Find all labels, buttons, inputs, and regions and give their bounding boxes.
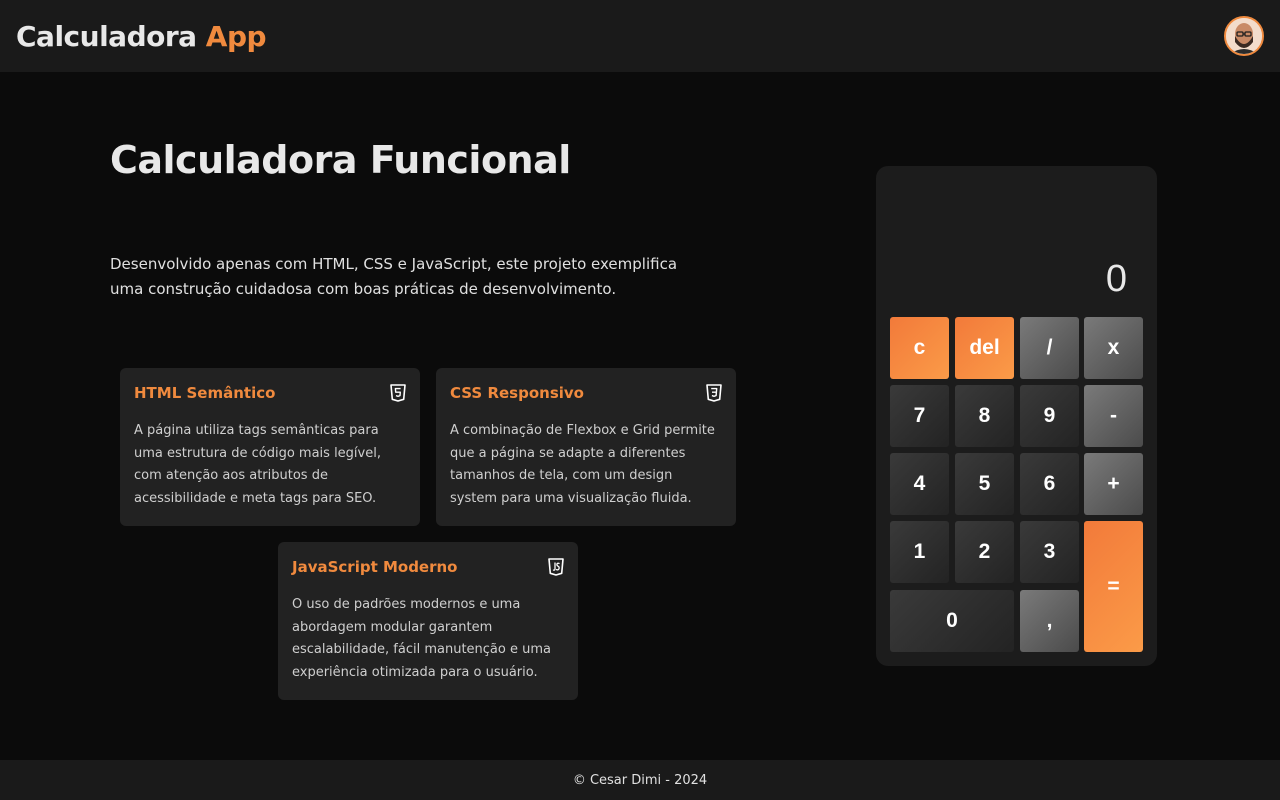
digit-2-button[interactable]: 2 — [955, 521, 1014, 583]
css3-icon — [706, 384, 722, 402]
digit-9-button[interactable]: 9 — [1020, 385, 1079, 447]
brand-accent: App — [205, 19, 267, 53]
app-header: Calculadora App — [0, 0, 1280, 72]
feature-card-html: HTML Semântico A página utiliza tags sem… — [120, 368, 420, 526]
calculator: 0 c del / x 7 8 9 - 4 5 6 + 1 2 3 = 0 , — [876, 166, 1157, 666]
digit-8-button[interactable]: 8 — [955, 385, 1014, 447]
multiply-button[interactable]: x — [1084, 317, 1143, 379]
card-title: JavaScript Moderno — [292, 558, 458, 576]
digit-5-button[interactable]: 5 — [955, 453, 1014, 515]
equals-button[interactable]: = — [1084, 521, 1143, 652]
page-title: Calculadora Funcional — [110, 138, 571, 182]
digit-1-button[interactable]: 1 — [890, 521, 949, 583]
feature-card-css: CSS Responsivo A combinação de Flexbox e… — [436, 368, 736, 526]
feature-card-javascript: JavaScript Moderno O uso de padrões mode… — [278, 542, 578, 700]
html5-icon — [390, 384, 406, 402]
card-text: O uso de padrões modernos e uma abordage… — [292, 597, 551, 680]
digit-3-button[interactable]: 3 — [1020, 521, 1079, 583]
footer-copyright: © Cesar Dimi - 2024 — [572, 772, 708, 788]
card-title: HTML Semântico — [134, 384, 276, 402]
card-text: A página utiliza tags semânticas para um… — [134, 423, 381, 506]
digit-7-button[interactable]: 7 — [890, 385, 949, 447]
page-footer: © Cesar Dimi - 2024 — [0, 760, 1280, 800]
card-text: A combinação de Flexbox e Grid permite q… — [450, 423, 715, 506]
app-brand[interactable]: Calculadora App — [16, 19, 267, 53]
clear-button[interactable]: c — [890, 317, 949, 379]
page-description: Desenvolvido apenas com HTML, CSS e Java… — [110, 255, 678, 298]
plus-button[interactable]: + — [1084, 453, 1143, 515]
digit-6-button[interactable]: 6 — [1020, 453, 1079, 515]
comma-button[interactable]: , — [1020, 590, 1079, 652]
minus-button[interactable]: - — [1084, 385, 1143, 447]
card-title: CSS Responsivo — [450, 384, 584, 402]
user-avatar-icon[interactable] — [1224, 16, 1264, 56]
brand-main: Calculadora — [16, 19, 197, 53]
divide-button[interactable]: / — [1020, 317, 1079, 379]
delete-button[interactable]: del — [955, 317, 1014, 379]
digit-0-button[interactable]: 0 — [890, 590, 1014, 652]
javascript-icon — [548, 558, 564, 576]
digit-4-button[interactable]: 4 — [890, 453, 949, 515]
calculator-display: 0 — [1105, 258, 1127, 300]
